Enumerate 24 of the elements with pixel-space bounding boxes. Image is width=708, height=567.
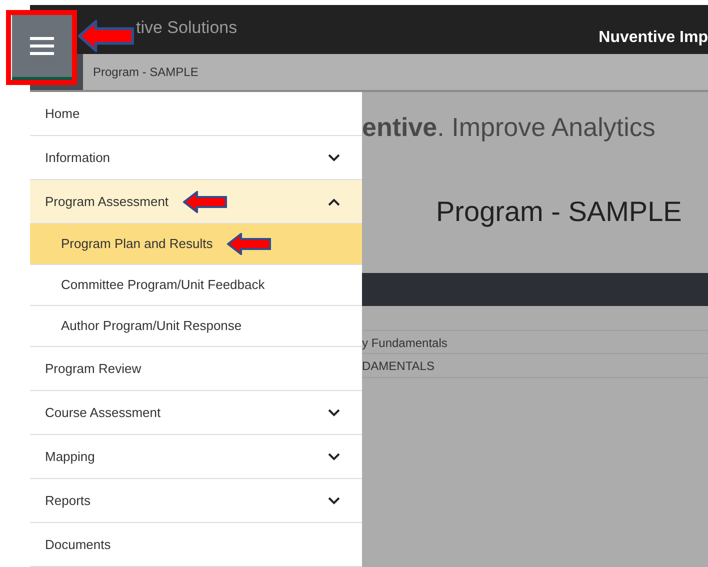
chevron-down-icon [328, 154, 340, 162]
menu-item[interactable]: Home [30, 92, 362, 136]
menu-icon [30, 36, 54, 56]
menu-item[interactable]: Program Plan and Results [30, 224, 362, 265]
chevron-down-icon [328, 452, 340, 460]
menu-item[interactable]: Documents [30, 523, 362, 567]
page-title: Program - SAMPLE [435, 195, 683, 229]
menu-item[interactable]: Program Assessment [30, 180, 362, 224]
menu-button[interactable] [12, 15, 72, 80]
table-cell: y Fundamentals [362, 330, 708, 354]
breadcrumb: Program - SAMPLE [93, 64, 198, 81]
brand-name: tive Solutions [135, 16, 238, 39]
chevron-down-icon [328, 408, 340, 416]
logo-text: entive. Improve Analytics [362, 111, 656, 144]
menu-item[interactable]: Committee Program/Unit Feedback [30, 265, 362, 306]
menu-item[interactable]: Mapping [30, 435, 362, 479]
menu-item[interactable]: Author Program/Unit Response [30, 306, 362, 347]
app-title: Nuventive Imp [598, 28, 708, 48]
menu-item[interactable]: Course Assessment [30, 391, 362, 435]
table-cell: DAMENTALS [362, 354, 708, 378]
menu-item[interactable]: Reports [30, 479, 362, 523]
chevron-down-icon [328, 496, 340, 504]
chevron-up-icon [328, 198, 340, 206]
menu-item[interactable]: Program Review [30, 347, 362, 391]
